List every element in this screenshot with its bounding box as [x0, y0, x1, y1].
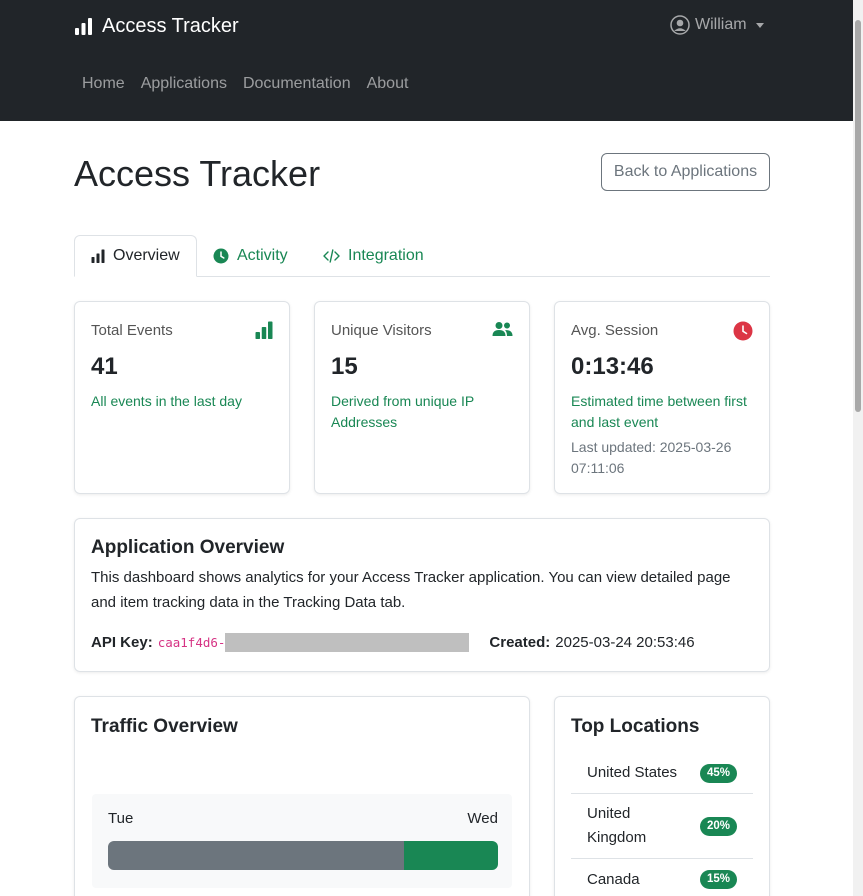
stat-card-avg-session: Avg. Session 0:13:46 Estimated time betw…: [554, 301, 770, 494]
stat-card-total-events: Total Events 41 All events in the last d…: [74, 301, 290, 494]
traffic-bar-segment-wed: [404, 841, 498, 870]
traffic-bar-segment-tue: [108, 841, 405, 870]
traffic-chart: Tue Wed: [92, 794, 512, 888]
stat-value: 0:13:46: [571, 353, 654, 380]
nav-documentation[interactable]: Documentation: [243, 75, 351, 93]
location-percent-badge: 45%: [699, 763, 737, 783]
people-icon: [492, 322, 513, 336]
api-key-label: API Key:: [91, 634, 153, 651]
tab-activity-label: Activity: [237, 247, 288, 264]
overview-meta: API Key: caa1f4d6- Created: 2025-03-24 2…: [91, 633, 695, 652]
brand[interactable]: Access Tracker: [74, 13, 239, 39]
chevron-down-icon: [755, 22, 764, 28]
user-menu[interactable]: William: [670, 14, 764, 36]
stat-value: 15: [331, 353, 358, 380]
location-item: Canada 15%: [571, 859, 753, 896]
location-percent-badge: 15%: [699, 870, 737, 889]
traffic-title: Traffic Overview: [91, 716, 238, 737]
created-value: 2025-03-24 20:53:46: [555, 634, 695, 651]
created-label: Created:: [489, 634, 551, 651]
nav-links: Home Applications Documentation About: [82, 75, 408, 93]
tab-activity[interactable]: Activity: [197, 235, 304, 277]
code-icon: [323, 249, 340, 263]
top-locations-card: Top Locations United States 45% United K…: [554, 696, 770, 896]
chart-category-label: Wed: [467, 810, 498, 827]
brand-name: Access Tracker: [102, 14, 239, 37]
stat-description: Derived from unique IP Addresses: [331, 393, 474, 430]
tab-integration-label: Integration: [348, 247, 424, 264]
bar-chart-icon: [75, 18, 92, 35]
stat-card-unique-visitors: Unique Visitors 15 Derived from unique I…: [314, 301, 530, 494]
user-circle-icon: [670, 15, 690, 35]
user-name: William: [695, 16, 747, 33]
api-key-redaction: [225, 633, 470, 652]
stat-label: Total Events: [91, 322, 173, 339]
bar-chart-icon: [255, 321, 273, 339]
nav-about[interactable]: About: [367, 75, 409, 93]
traffic-bar: [108, 841, 498, 870]
location-item: United Kingdom 20%: [571, 794, 753, 859]
locations-title: Top Locations: [571, 716, 700, 737]
location-name: Canada: [587, 870, 640, 888]
location-name: United Kingdom: [587, 805, 647, 846]
clock-icon: [213, 248, 229, 264]
location-percent-badge: 20%: [699, 816, 737, 836]
tab-integration[interactable]: Integration: [307, 235, 440, 277]
scrollbar[interactable]: [853, 0, 863, 896]
location-name: United States: [587, 764, 678, 781]
application-overview-card: Application Overview This dashboard show…: [74, 518, 770, 672]
top-navbar: Access Tracker William Home Applications…: [0, 0, 863, 121]
nav-home[interactable]: Home: [82, 75, 125, 93]
stat-value: 41: [91, 353, 118, 380]
stat-label: Avg. Session: [571, 322, 659, 339]
last-updated: Last updated: 2025-03-26 07:11:06: [571, 439, 732, 476]
api-key-value[interactable]: caa1f4d6-: [158, 635, 226, 650]
page-title: Access Tracker: [74, 153, 321, 194]
chart-category-label: Tue: [108, 810, 134, 827]
traffic-overview-card: Traffic Overview Tue Wed: [74, 696, 530, 896]
stat-description: All events in the last day: [91, 393, 242, 409]
tab-bar: Overview Activity Integration: [74, 235, 770, 277]
overview-title: Application Overview: [91, 537, 285, 558]
nav-applications[interactable]: Applications: [141, 75, 227, 93]
locations-list: United States 45% United Kingdom 20% Can…: [571, 753, 753, 896]
tab-overview[interactable]: Overview: [74, 235, 197, 277]
tab-overview-label: Overview: [113, 247, 180, 264]
location-item: United States 45%: [571, 753, 753, 794]
scrollbar-thumb[interactable]: [855, 20, 861, 412]
overview-text: This dashboard shows analytics for your …: [91, 569, 731, 611]
stat-description: Estimated time between first and last ev…: [571, 393, 747, 430]
stat-label: Unique Visitors: [331, 322, 432, 339]
back-to-applications-button[interactable]: Back to Applications: [601, 153, 770, 191]
clock-icon: [733, 321, 753, 341]
bar-chart-icon: [91, 249, 105, 263]
